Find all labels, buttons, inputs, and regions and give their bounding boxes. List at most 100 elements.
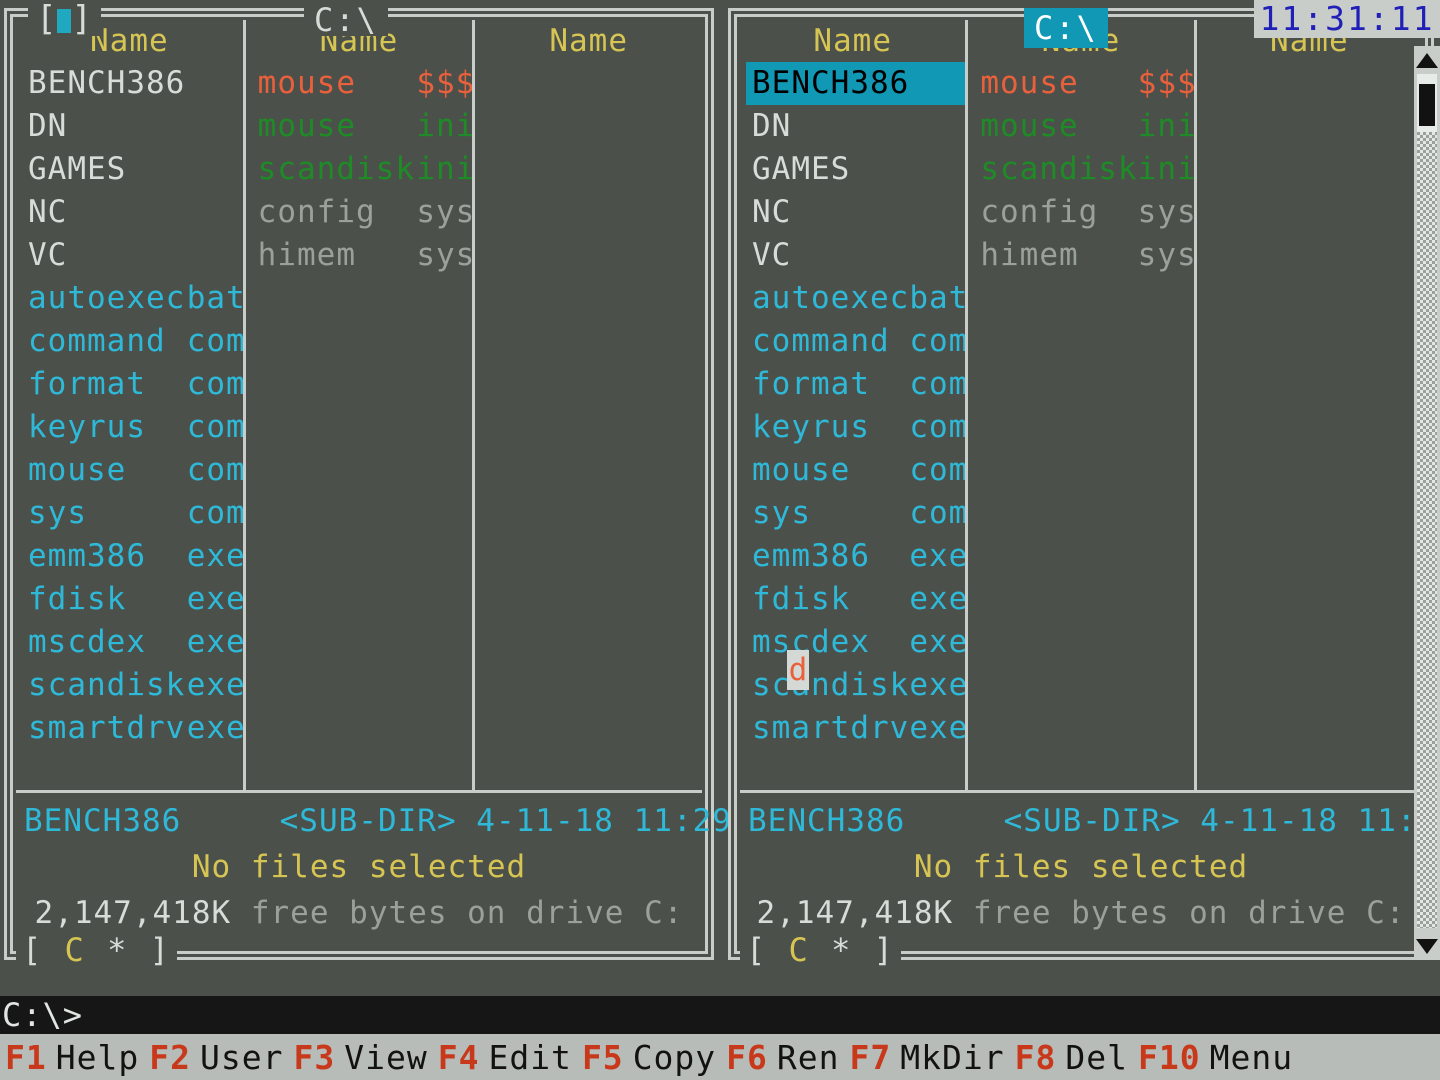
function-key-f8[interactable]: F8 Del (1010, 1038, 1133, 1077)
file-list-1[interactable]: BENCH386 DN GAMES NC VC autoexec bat command com… (16, 62, 246, 750)
file-row[interactable]: VC (22, 234, 243, 277)
function-key-number: F8 (1014, 1037, 1057, 1077)
file-row[interactable]: sys com (746, 492, 969, 535)
file-row[interactable]: GAMES (22, 148, 243, 191)
file-row[interactable]: keyrus com (746, 406, 967, 449)
file-row[interactable]: emm386 exe (22, 535, 246, 578)
file-row[interactable]: sys com (22, 492, 246, 535)
scrollbar-up-button[interactable] (1414, 46, 1440, 74)
file-row[interactable]: scandisk exe (746, 664, 967, 707)
file-name: NC (28, 194, 68, 230)
file-extension: com (186, 323, 246, 359)
file-row[interactable]: format com (22, 363, 245, 406)
file-list-1[interactable]: BENCH386 DN GAMES NC VC autoexec bat command com… (740, 62, 969, 750)
file-row[interactable]: mouse $$$ (252, 62, 475, 105)
file-name: format (28, 366, 146, 402)
file-extension: ini (1137, 108, 1197, 144)
function-key-f3[interactable]: F3 View (288, 1038, 432, 1077)
file-row[interactable]: DN (22, 105, 243, 148)
function-key-f5[interactable]: F5 Copy (577, 1038, 721, 1077)
function-key-number: F10 (1137, 1037, 1201, 1077)
info-entry-line: BENCH386 <SUB-DIR> 4-11-18 11:29 (16, 798, 731, 844)
file-row[interactable]: command com (746, 320, 967, 363)
file-extension: sys (416, 194, 476, 230)
file-extension: bat (909, 280, 969, 316)
file-panel-right[interactable]: C:\ Name BENCH386 DN GAMES NC VC autoexec bat c… (728, 8, 1440, 968)
command-line[interactable]: C:\> (0, 996, 1440, 1034)
file-row[interactable]: BENCH386 (746, 62, 966, 105)
file-row[interactable]: mouse ini (252, 105, 475, 148)
panel-right-drive-tag[interactable]: [ C * ] (740, 932, 901, 968)
file-row[interactable]: mouse ini (974, 105, 1197, 148)
panel-left-info: BENCH386 <SUB-DIR> 4-11-18 11:29 No file… (16, 798, 731, 938)
file-extension: exe (909, 538, 969, 574)
function-key-f7[interactable]: F7 MkDir (845, 1038, 1010, 1077)
panel-right-path[interactable]: C:\ (1024, 8, 1108, 48)
column-1: Name BENCH386 DN GAMES NC VC autoexec bat comma… (740, 20, 969, 790)
file-row[interactable]: scandisk ini (252, 148, 475, 191)
file-row[interactable]: config sys (974, 191, 1197, 234)
file-extension: sys (1137, 194, 1197, 230)
file-extension (190, 62, 243, 105)
function-key-f6[interactable]: F6 Ren (721, 1038, 844, 1077)
info-free-line: 2,147,418K free bytes on drive C: (740, 890, 1422, 936)
file-row[interactable]: smartdrv exe (22, 707, 245, 750)
panel-left-drive-tag[interactable]: [ C * ] (16, 932, 177, 968)
file-row[interactable]: mouse com (746, 449, 967, 492)
file-list-2[interactable]: mouse $$$ mouse ini scandisk ini config sys hime… (968, 62, 1197, 277)
vertical-scrollbar[interactable] (1414, 46, 1440, 960)
function-key-f4[interactable]: F4 Edit (433, 1038, 577, 1077)
function-key-f1[interactable]: F1 Help (0, 1038, 144, 1077)
file-row[interactable]: GAMES (746, 148, 965, 191)
file-name: format (752, 366, 870, 402)
file-row[interactable]: command com (22, 320, 246, 363)
file-row[interactable]: NC (22, 191, 243, 234)
file-panel-left[interactable]: [] C:\ Name BENCH386 DN GAMES NC VC autoexec b… (4, 2, 731, 968)
file-name: scandisk (752, 667, 910, 703)
file-name: mscdex (28, 624, 146, 660)
file-row[interactable]: scandisk exe (22, 664, 245, 707)
panel-left-tag[interactable]: [] (28, 2, 101, 36)
info-free-text-spacer (231, 895, 251, 931)
file-row[interactable]: autoexec bat (22, 277, 245, 320)
function-key-f2[interactable]: F2 User (144, 1038, 288, 1077)
file-extension: exe (186, 538, 246, 574)
file-row[interactable]: format com (746, 363, 967, 406)
scrollbar-thumb[interactable] (1419, 84, 1435, 126)
file-row[interactable]: keyrus com (22, 406, 245, 449)
scrollbar-down-button[interactable] (1414, 932, 1440, 960)
function-key-f10[interactable]: F10 Menu (1133, 1038, 1298, 1077)
file-row[interactable]: mscdex exe (22, 621, 245, 664)
file-row[interactable]: himem sys (252, 234, 475, 277)
info-entry-name: BENCH386 (748, 803, 906, 839)
panel-left-path[interactable]: C:\ (304, 4, 388, 36)
file-row[interactable]: fdisk exe (22, 578, 245, 621)
file-row[interactable]: mouse com (22, 449, 246, 492)
file-row[interactable]: himem sys (974, 234, 1195, 277)
file-extension: com (186, 452, 246, 488)
file-list-2[interactable]: mouse $$$ mouse ini scandisk ini config sys hime… (246, 62, 476, 277)
scrollbar-track[interactable] (1417, 78, 1437, 928)
file-row[interactable]: DN (746, 105, 965, 148)
info-entry-time: 11:29 (633, 803, 732, 839)
file-row[interactable]: NC (746, 191, 965, 234)
column-3: Name (1193, 20, 1422, 790)
file-row[interactable]: BENCH386 (22, 62, 243, 105)
file-name: emm386 (752, 538, 870, 574)
file-row[interactable]: VC (746, 234, 965, 277)
function-key-number: F3 (293, 1037, 336, 1077)
file-row[interactable]: smartdrv exe (746, 707, 967, 750)
file-row[interactable]: fdisk exe (746, 578, 967, 621)
file-extension: com (186, 495, 246, 531)
file-name: autoexec (752, 280, 910, 316)
file-row[interactable]: scandisk ini (974, 148, 1195, 191)
function-key-number: F6 (726, 1037, 768, 1077)
file-row[interactable]: mouse $$$ (974, 62, 1195, 105)
file-row[interactable]: autoexec bat (746, 277, 969, 320)
file-row[interactable]: config sys (252, 191, 476, 234)
file-name: smartdrv (28, 710, 186, 746)
file-row[interactable]: emm386 exe (746, 535, 969, 578)
file-extension: com (909, 495, 969, 531)
info-spacer3 (1338, 803, 1358, 839)
file-row[interactable]: mscdex exe (746, 621, 967, 664)
